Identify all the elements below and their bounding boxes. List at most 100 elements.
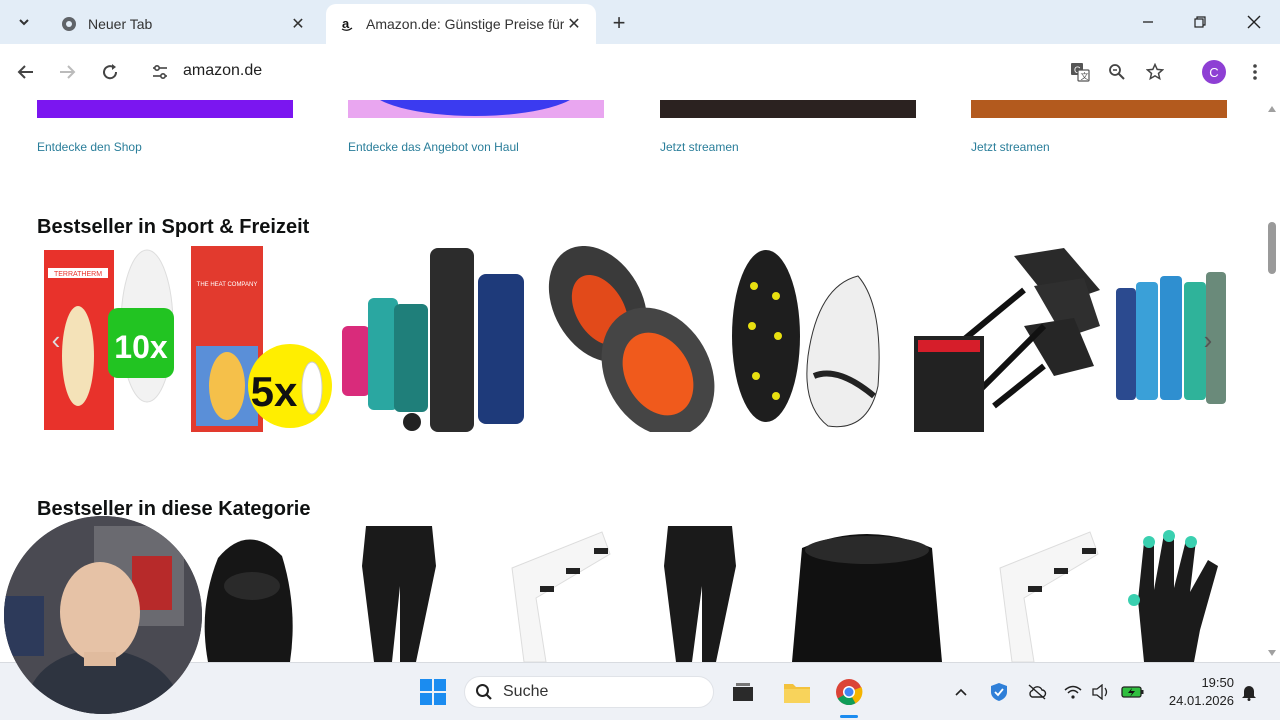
- product-brand: TERRATHERM: [54, 271, 102, 278]
- tab-strip: Neuer Tab ✕ a Amazon.de: Günstige Preise…: [0, 0, 1280, 44]
- windows-taskbar: Suche 19:50 24.01.2026: [0, 662, 1280, 720]
- restore-button[interactable]: [1180, 8, 1220, 36]
- chrome-icon: [836, 679, 863, 706]
- product-ice-cleats[interactable]: [728, 246, 898, 432]
- link-jetzt-streamen-1[interactable]: Jetzt streamen: [660, 140, 739, 154]
- product-dart-flights[interactable]: [914, 246, 1100, 432]
- svg-text:文: 文: [1081, 71, 1089, 81]
- task-view-icon: [733, 683, 753, 701]
- minimize-button[interactable]: [1128, 8, 1168, 36]
- taskbar-search[interactable]: Suche: [464, 676, 714, 708]
- cloud-off-icon: [1028, 684, 1047, 700]
- search-placeholder: Suche: [503, 683, 549, 700]
- chevron-left-icon: ‹: [51, 324, 61, 355]
- tray-security[interactable]: [988, 681, 1010, 703]
- arrow-right-icon: [60, 65, 76, 79]
- scroll-thumb[interactable]: [1268, 222, 1276, 274]
- carousel-next-button[interactable]: ›: [1196, 325, 1220, 355]
- clock-date: 24.01.2026: [1168, 693, 1234, 708]
- banner-image-stream-2[interactable]: [971, 100, 1227, 118]
- close-window-button[interactable]: [1234, 8, 1274, 36]
- tab-amazon[interactable]: a Amazon.de: Günstige Preise für ✕: [326, 4, 596, 44]
- link-jetzt-streamen-2[interactable]: Jetzt streamen: [971, 140, 1050, 154]
- amazon-icon: a: [338, 15, 356, 33]
- menu-button[interactable]: [1241, 58, 1269, 86]
- translate-button[interactable]: G文: [1066, 58, 1094, 86]
- webcam-overlay: [4, 516, 202, 714]
- windows-icon: [420, 679, 446, 705]
- product-socks-1[interactable]: [506, 528, 612, 662]
- restore-icon: [1194, 16, 1206, 28]
- star-icon: [1146, 63, 1164, 81]
- bell-icon: [1242, 686, 1256, 701]
- tray-onedrive[interactable]: [1026, 681, 1048, 703]
- tray-battery[interactable]: [1120, 681, 1146, 703]
- product-brand: THE HEAT COMPANY: [197, 282, 258, 288]
- reload-icon: [103, 64, 118, 80]
- folder-icon: [784, 684, 810, 703]
- back-button[interactable]: [12, 58, 40, 86]
- browser-toolbar: amazon.de G文 C: [0, 44, 1280, 100]
- product-leggings-2[interactable]: [658, 526, 742, 662]
- tune-icon: [153, 64, 167, 80]
- battery-charging-icon: [1121, 686, 1144, 698]
- volume-icon: [1092, 684, 1108, 700]
- profile-avatar[interactable]: C: [1202, 60, 1226, 84]
- search-icon: [476, 684, 492, 700]
- shield-icon: [991, 683, 1007, 701]
- wifi-icon: [1064, 685, 1082, 699]
- chevron-right-icon: ›: [1203, 324, 1213, 355]
- page-scrollbar[interactable]: [1264, 100, 1280, 662]
- chevron-down-icon: [19, 19, 29, 26]
- scroll-down-icon[interactable]: [1267, 648, 1277, 658]
- banner-image-haul[interactable]: [348, 100, 604, 118]
- tab-title: Neuer Tab: [88, 16, 153, 32]
- product-neck-gaiter[interactable]: [792, 528, 942, 662]
- active-app-indicator: [840, 715, 858, 718]
- tab-neuer-tab[interactable]: Neuer Tab ✕: [48, 4, 320, 44]
- carousel-prev-button[interactable]: ‹: [44, 325, 68, 355]
- section-title-category: Bestseller in diese Kategorie: [37, 498, 311, 520]
- link-entdecke-haul[interactable]: Entdecke das Angebot von Haul: [348, 140, 519, 154]
- svg-text:a: a: [342, 16, 350, 31]
- product-balaclava[interactable]: [198, 528, 298, 662]
- product-heat-pads[interactable]: 5x THE HEAT COMPANY: [190, 246, 332, 432]
- taskbar-clock[interactable]: 19:50 24.01.2026: [1158, 674, 1234, 710]
- bookmark-button[interactable]: [1141, 58, 1169, 86]
- tray-overflow-button[interactable]: [950, 681, 972, 703]
- task-view-button[interactable]: [728, 677, 758, 707]
- zoom-icon: [1109, 64, 1125, 80]
- notifications-button[interactable]: [1238, 681, 1260, 703]
- reload-button[interactable]: [96, 58, 124, 86]
- product-socks-2[interactable]: [994, 528, 1100, 662]
- product-badge: 5x: [251, 368, 298, 415]
- address-bar[interactable]: amazon.de: [183, 62, 262, 80]
- minimize-icon: [1143, 21, 1153, 23]
- arrow-left-icon: [17, 65, 33, 79]
- close-icon: [1247, 15, 1261, 29]
- new-tab-button[interactable]: +: [606, 10, 632, 36]
- section-title-sport: Bestseller in Sport & Freizeit: [37, 216, 310, 238]
- product-gloves[interactable]: [1124, 530, 1226, 662]
- scroll-up-icon[interactable]: [1267, 104, 1277, 114]
- zoom-button[interactable]: [1103, 58, 1131, 86]
- product-hand-warmers[interactable]: [540, 245, 720, 437]
- clock-time: 19:50: [1201, 675, 1234, 690]
- tray-volume[interactable]: [1090, 681, 1112, 703]
- tab-title: Amazon.de: Günstige Preise für: [366, 16, 564, 32]
- close-tab-icon[interactable]: ✕: [564, 14, 584, 34]
- product-leggings-1[interactable]: [356, 526, 442, 662]
- tray-wifi[interactable]: [1062, 681, 1084, 703]
- file-explorer-button[interactable]: [782, 677, 812, 707]
- product-water-bottles[interactable]: [340, 246, 530, 432]
- tab-search-button[interactable]: [10, 8, 38, 36]
- chrome-taskbar-button[interactable]: [834, 677, 864, 707]
- banner-image-shop[interactable]: [37, 100, 293, 118]
- forward-button[interactable]: [53, 58, 81, 86]
- site-info-button[interactable]: [146, 58, 174, 86]
- start-button[interactable]: [418, 677, 448, 707]
- chevron-up-icon: [955, 688, 967, 696]
- banner-image-stream-1[interactable]: [660, 100, 916, 118]
- close-tab-icon[interactable]: ✕: [288, 14, 308, 34]
- link-entdecke-shop[interactable]: Entdecke den Shop: [37, 140, 142, 154]
